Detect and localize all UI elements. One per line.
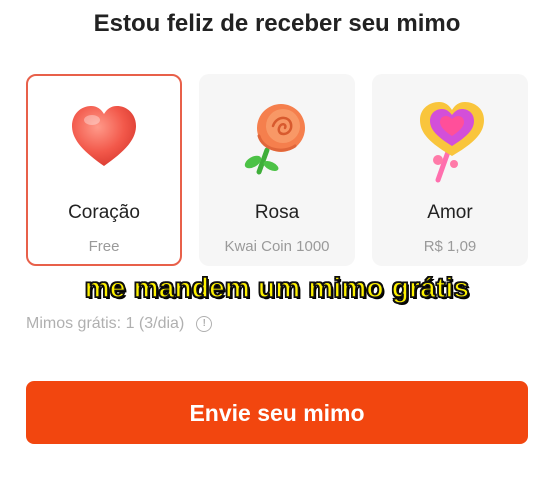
page-title: Estou feliz de receber seu mimo xyxy=(93,10,461,37)
info-icon[interactable]: ! xyxy=(196,316,213,332)
free-gifts-text: Mimos grátis: 1 (3/dia) xyxy=(26,315,185,332)
gift-price: R$ 1,09 xyxy=(423,238,477,255)
heart-icon xyxy=(28,96,180,186)
gift-card-love[interactable]: Amor R$ 1,09 xyxy=(372,74,528,266)
heart-lollipop-icon xyxy=(372,96,528,186)
gift-name: Coração xyxy=(68,202,140,223)
gift-card-heart[interactable]: Coração Free xyxy=(26,74,182,266)
video-caption: me mandem um mimo grátis xyxy=(84,271,470,304)
gift-price: Free xyxy=(88,238,120,255)
gift-price: Kwai Coin 1000 xyxy=(224,238,330,255)
gift-name: Amor xyxy=(427,202,473,223)
gift-card-rose[interactable]: Rosa Kwai Coin 1000 xyxy=(199,74,355,266)
send-gift-button[interactable]: Envie seu mimo xyxy=(26,381,528,444)
gift-name: Rosa xyxy=(254,202,300,223)
rose-icon xyxy=(199,96,355,186)
free-gifts-info: Mimos grátis: 1 (3/dia) ! xyxy=(26,315,213,333)
